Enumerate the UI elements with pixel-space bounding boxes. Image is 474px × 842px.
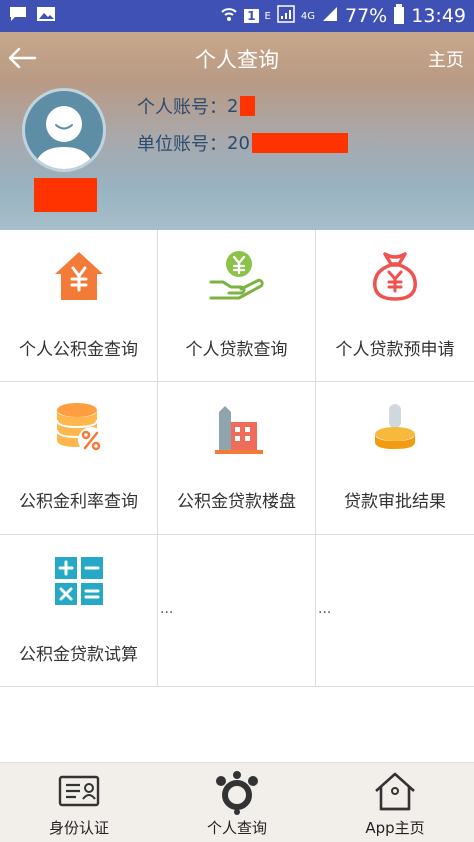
stamp-icon bbox=[316, 400, 474, 456]
profile-header: 个人查询 主页 个人账号： 2 单位账号： 20 bbox=[0, 32, 474, 230]
chat-icon bbox=[8, 5, 28, 28]
unit-account-line: 单位账号： 20 bbox=[137, 130, 348, 156]
image-icon bbox=[36, 5, 56, 28]
grid-item-label: 个人公积金查询 bbox=[19, 340, 138, 360]
grid-item-label: 公积金利率查询 bbox=[19, 492, 138, 512]
personal-account-redaction bbox=[240, 96, 256, 116]
nav-item-identity[interactable]: 身份认证 bbox=[0, 763, 158, 842]
battery-icon bbox=[393, 3, 405, 29]
nav-item-app-home[interactable]: App主页 bbox=[316, 763, 474, 842]
nav-label: 个人查询 bbox=[206, 819, 267, 837]
id-card-icon bbox=[0, 771, 158, 815]
grid-item-loan-properties[interactable]: 公积金贷款楼盘 bbox=[158, 382, 316, 535]
nav-label: App主页 bbox=[365, 819, 425, 837]
nav-label: 身份认证 bbox=[48, 819, 109, 837]
clock: 13:49 bbox=[411, 5, 466, 27]
sim-icon: 1 bbox=[244, 9, 259, 23]
wifi-call-icon bbox=[220, 5, 238, 28]
network-small-label: E bbox=[264, 10, 271, 22]
home-icon bbox=[316, 771, 474, 815]
unit-account-redaction bbox=[251, 133, 348, 153]
function-grid: 个人公积金查询 个人贷款查询 个人贷款预申请 公积金利率查询 公积金贷款楼盘 贷… bbox=[0, 230, 474, 687]
grid-item-label: 个人贷款查询 bbox=[185, 340, 288, 360]
personal-account-value: 2 bbox=[227, 95, 239, 117]
user-silhouette-icon bbox=[34, 106, 94, 169]
grid-item-loan-pre-apply[interactable]: 个人贷款预申请 bbox=[316, 230, 474, 382]
personal-account-line: 个人账号： 2 bbox=[137, 93, 256, 119]
signal-box-icon bbox=[277, 4, 295, 28]
name-redaction bbox=[34, 178, 97, 212]
grid-item-label: 公积金贷款楼盘 bbox=[177, 492, 296, 512]
grid-item-label: 个人贷款预申请 bbox=[335, 340, 455, 360]
status-bar: 1 E 4G 77% 13:49 bbox=[0, 0, 474, 32]
coin-stack-percent-icon bbox=[0, 400, 157, 456]
calculator-icon bbox=[0, 553, 157, 609]
unit-account-label: 单位账号： bbox=[137, 134, 227, 155]
grid-item-loan-query[interactable]: 个人贷款查询 bbox=[158, 230, 316, 382]
grid-item-housing-fund-query[interactable]: 个人公积金查询 bbox=[0, 230, 158, 382]
home-link[interactable]: 主页 bbox=[428, 46, 464, 72]
grid-item-loan-calculator[interactable]: 公积金贷款试算 bbox=[0, 535, 158, 687]
grid-item-label: 公积金贷款试算 bbox=[19, 645, 138, 665]
placeholder-dots: ... bbox=[318, 601, 332, 617]
personal-account-label: 个人账号： bbox=[137, 97, 227, 118]
bottom-nav: 身份认证 个人查询 App主页 bbox=[0, 762, 474, 842]
grid-item-placeholder: ... bbox=[316, 535, 474, 687]
avatar bbox=[22, 88, 106, 172]
unit-account-value: 20 bbox=[227, 132, 250, 154]
signal-icon bbox=[321, 5, 339, 28]
battery-percent: 77% bbox=[345, 5, 388, 27]
house-yuan-icon bbox=[0, 248, 157, 304]
nav-item-personal-query[interactable]: 个人查询 bbox=[158, 763, 316, 842]
top-nav: 个人查询 主页 bbox=[0, 32, 474, 82]
placeholder-dots: ... bbox=[160, 601, 174, 617]
hand-coin-icon bbox=[158, 248, 315, 304]
grid-item-label: 贷款审批结果 bbox=[344, 492, 446, 512]
page-title: 个人查询 bbox=[195, 48, 279, 72]
person-query-icon bbox=[158, 771, 316, 815]
money-bag-icon bbox=[316, 248, 474, 304]
buildings-icon bbox=[158, 400, 315, 456]
network-type-label: 4G bbox=[300, 10, 315, 22]
grid-item-approval-result[interactable]: 贷款审批结果 bbox=[316, 382, 474, 535]
grid-item-placeholder: ... bbox=[158, 535, 316, 687]
grid-item-interest-rate-query[interactable]: 公积金利率查询 bbox=[0, 382, 158, 535]
